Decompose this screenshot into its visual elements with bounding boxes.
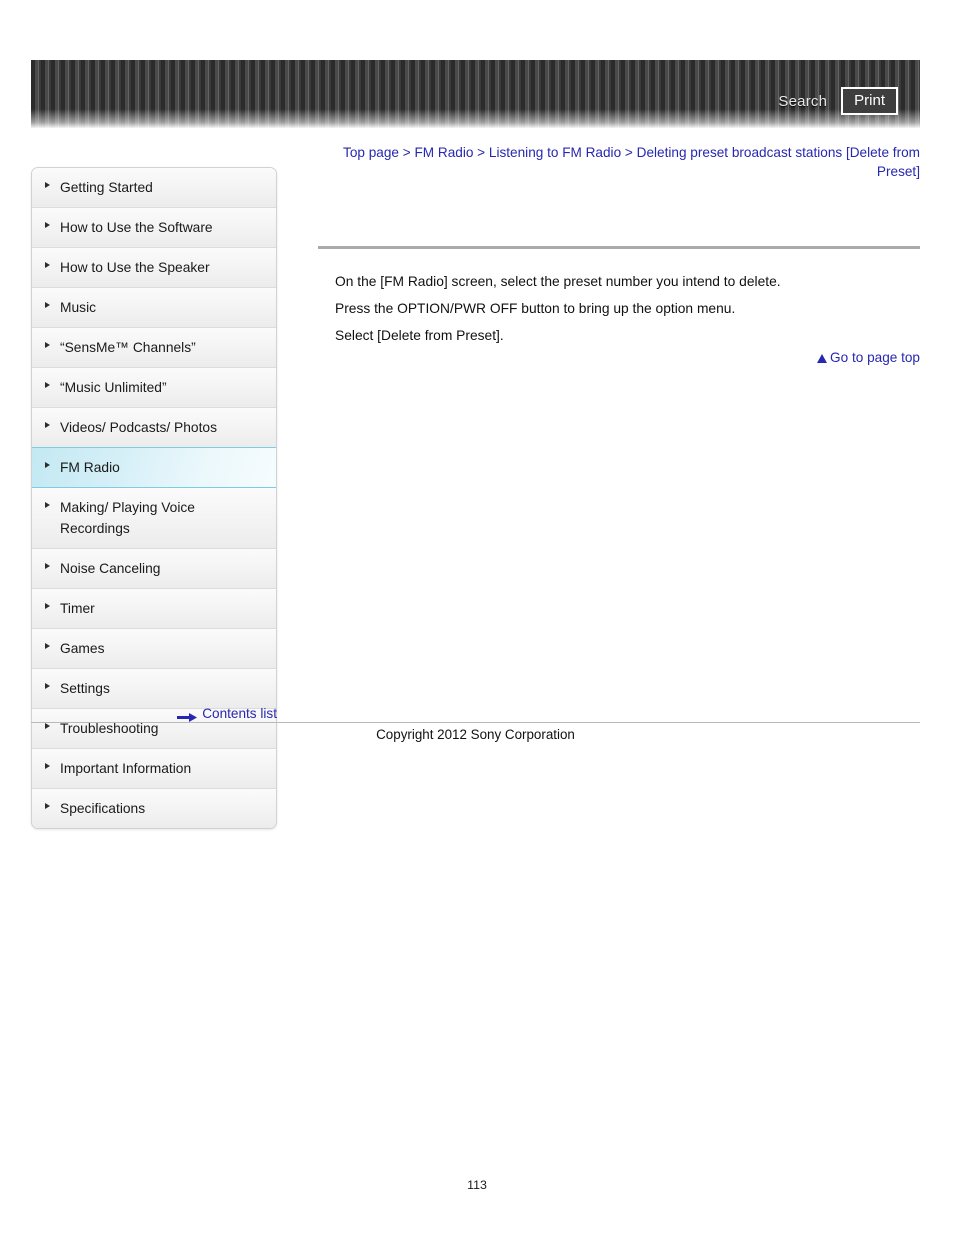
sidebar-item-label: Noise Canceling bbox=[60, 561, 161, 576]
sidebar-item-music-unlimited[interactable]: “Music Unlimited” bbox=[32, 368, 276, 408]
search-button[interactable]: Search bbox=[778, 93, 827, 110]
instruction-step: Press the OPTION/PWR OFF button to bring… bbox=[335, 301, 736, 316]
breadcrumb-item[interactable]: Deleting preset broadcast stations [Dele… bbox=[637, 145, 920, 179]
triangle-right-icon bbox=[45, 803, 50, 809]
sidebar-item-games[interactable]: Games bbox=[32, 629, 276, 669]
sidebar-item-label: Videos/ Podcasts/ Photos bbox=[60, 420, 217, 435]
triangle-right-icon bbox=[45, 182, 50, 188]
sidebar-item-label: Games bbox=[60, 641, 105, 656]
breadcrumb-separator: > bbox=[621, 145, 637, 160]
sidebar-item-getting-started[interactable]: Getting Started bbox=[32, 168, 276, 208]
triangle-up-icon bbox=[817, 354, 828, 363]
sidebar-item-sensme-channels[interactable]: “SensMe™ Channels” bbox=[32, 328, 276, 368]
sidebar-item-settings[interactable]: Settings bbox=[32, 669, 276, 709]
page-number: 113 bbox=[467, 1178, 487, 1192]
triangle-right-icon bbox=[45, 222, 50, 228]
sidebar-item-how-to-use-the-speaker[interactable]: How to Use the Speaker bbox=[32, 248, 276, 288]
triangle-right-icon bbox=[45, 603, 50, 609]
sidebar-item-timer[interactable]: Timer bbox=[32, 589, 276, 629]
go-to-page-top-label: Go to page top bbox=[830, 350, 920, 365]
contents-list-label: Contents list bbox=[202, 706, 277, 721]
triangle-right-icon bbox=[45, 643, 50, 649]
sidebar-item-label: “SensMe™ Channels” bbox=[60, 340, 196, 355]
sidebar-item-videos-podcasts-photos[interactable]: Videos/ Podcasts/ Photos bbox=[32, 408, 276, 448]
sidebar-item-label: Important Information bbox=[60, 761, 192, 776]
breadcrumb-item[interactable]: Listening to FM Radio bbox=[489, 145, 621, 160]
sidebar-item-important-information[interactable]: Important Information bbox=[32, 749, 276, 789]
sidebar-item-label: “Music Unlimited” bbox=[60, 380, 167, 395]
header-actions: Search Print bbox=[778, 60, 898, 128]
instruction-step: Select [Delete from Preset]. bbox=[335, 328, 504, 343]
sidebar-item-music[interactable]: Music bbox=[32, 288, 276, 328]
breadcrumb-item[interactable]: FM Radio bbox=[414, 145, 473, 160]
instruction-steps: On the [FM Radio] screen, select the pre… bbox=[335, 272, 920, 353]
triangle-right-icon bbox=[45, 683, 50, 689]
triangle-right-icon bbox=[45, 342, 50, 348]
sidebar-item-specifications[interactable]: Specifications bbox=[32, 789, 276, 828]
sidebar-item-label: Music bbox=[60, 300, 97, 315]
sidebar-item-label: FM Radio bbox=[60, 460, 120, 475]
triangle-right-icon bbox=[45, 462, 50, 468]
copyright-text: Copyright 2012 Sony Corporation bbox=[376, 727, 575, 742]
sidebar-item-label: Specifications bbox=[60, 801, 146, 816]
triangle-right-icon bbox=[45, 563, 50, 569]
triangle-right-icon bbox=[45, 262, 50, 268]
sidebar-item-fm-radio[interactable]: FM Radio bbox=[32, 447, 276, 488]
breadcrumb-item[interactable]: Top page bbox=[343, 145, 399, 160]
footer-divider bbox=[31, 722, 920, 723]
instruction-step: On the [FM Radio] screen, select the pre… bbox=[335, 274, 781, 289]
sidebar-item-label: Making/ Playing Voice Recordings bbox=[60, 500, 195, 536]
sidebar-item-label: Getting Started bbox=[60, 180, 153, 195]
triangle-right-icon bbox=[45, 763, 50, 769]
header-banner: Search Print bbox=[31, 60, 920, 128]
sidebar-item-how-to-use-the-software[interactable]: How to Use the Software bbox=[32, 208, 276, 248]
arrow-right-icon bbox=[177, 710, 198, 722]
go-to-page-top-link[interactable]: Go to page top bbox=[335, 350, 920, 365]
triangle-right-icon bbox=[45, 422, 50, 428]
breadcrumb-separator: > bbox=[473, 145, 489, 160]
triangle-right-icon bbox=[45, 382, 50, 388]
sidebar-item-label: Settings bbox=[60, 681, 110, 696]
sidebar-item-label: Timer bbox=[60, 601, 95, 616]
sidebar-item-label: How to Use the Software bbox=[60, 220, 213, 235]
sidebar-item-label: How to Use the Speaker bbox=[60, 260, 210, 275]
sidebar-item-making-playing-voice-recordings[interactable]: Making/ Playing Voice Recordings bbox=[32, 488, 276, 549]
content-divider bbox=[318, 246, 920, 249]
breadcrumb: Top page > FM Radio > Listening to FM Ra… bbox=[315, 143, 920, 181]
triangle-right-icon bbox=[45, 502, 50, 508]
contents-list-link[interactable]: Contents list bbox=[31, 706, 277, 722]
breadcrumb-separator: > bbox=[398, 145, 415, 160]
print-button[interactable]: Print bbox=[841, 86, 898, 116]
sidebar-item-noise-canceling[interactable]: Noise Canceling bbox=[32, 549, 276, 589]
triangle-right-icon bbox=[45, 302, 50, 308]
